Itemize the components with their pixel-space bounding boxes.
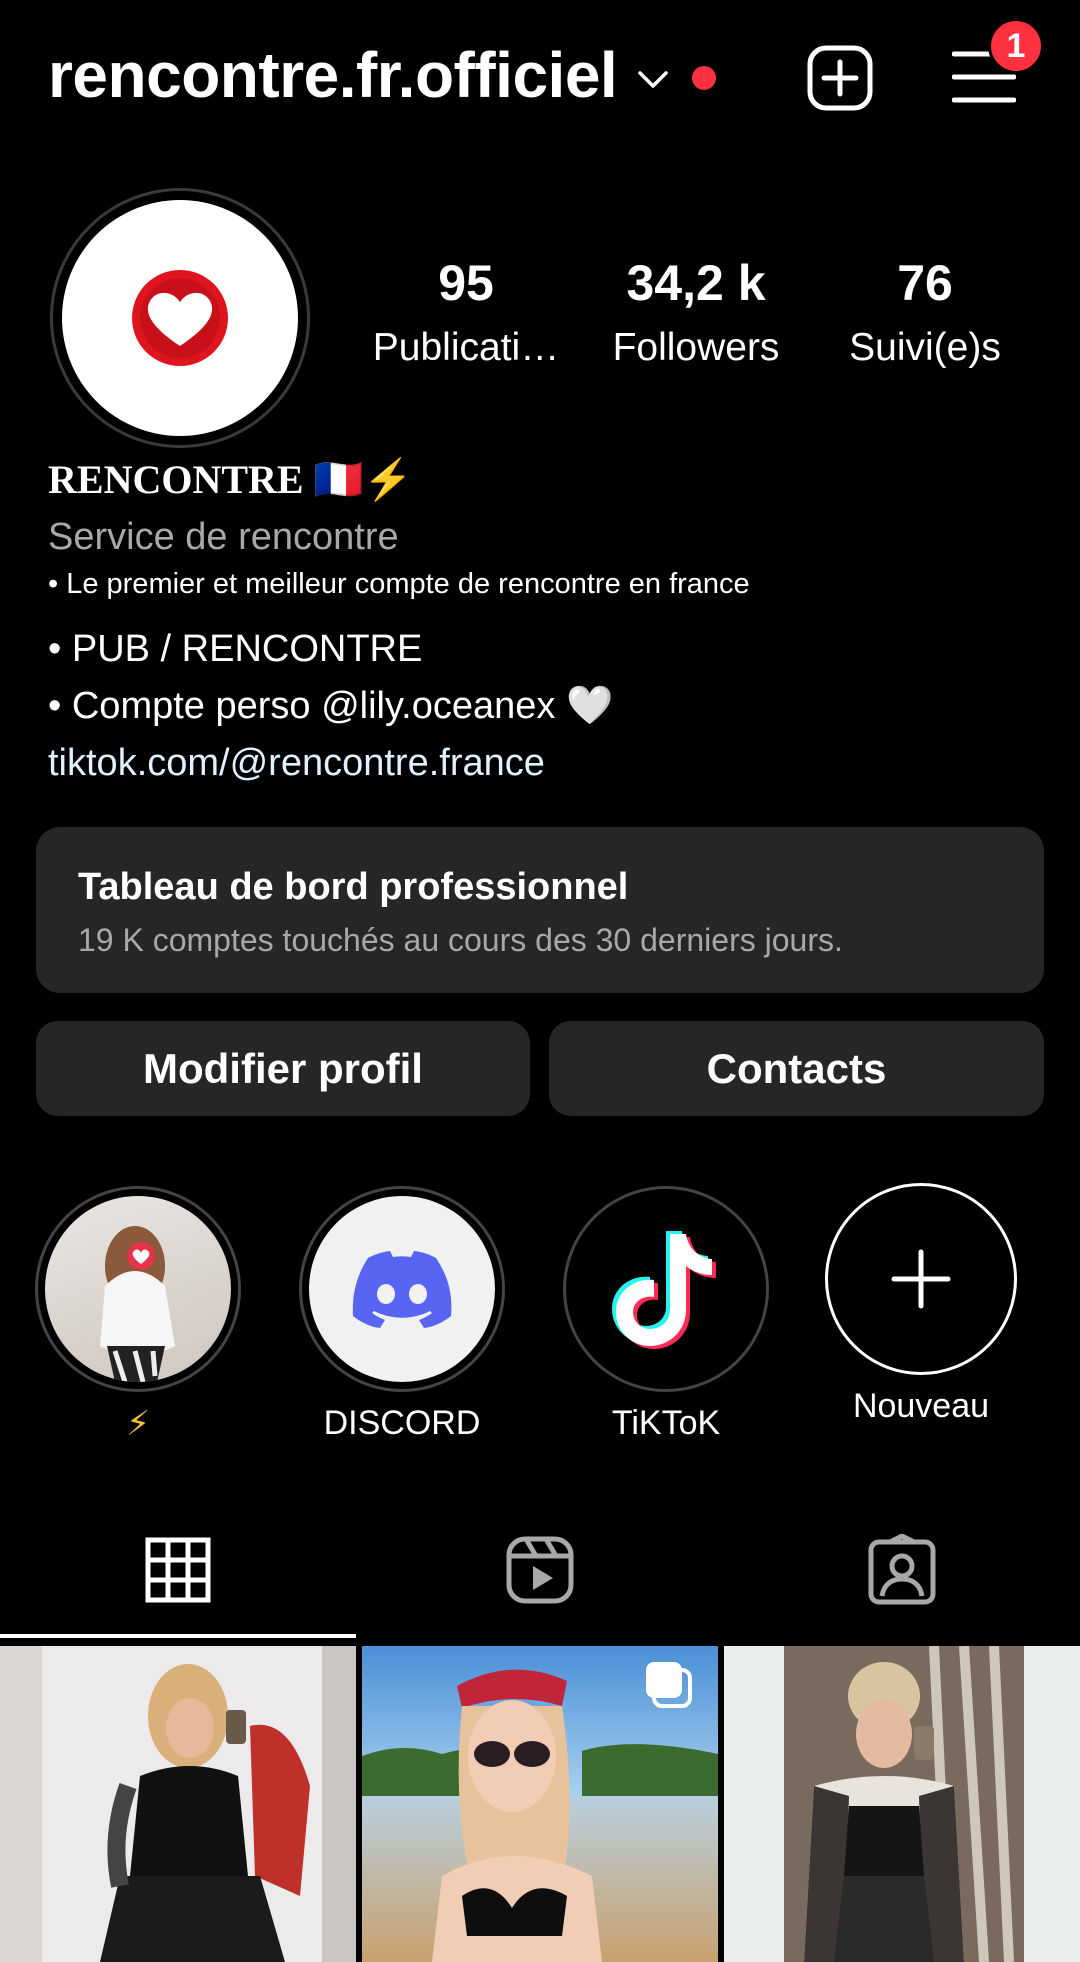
reels-icon[interactable] — [504, 1534, 576, 1606]
stat-posts[interactable]: 95 Publicati… — [356, 258, 576, 370]
post-thumbnail[interactable] — [362, 1646, 718, 1962]
bio-line: • PUB / RENCONTRE — [48, 628, 423, 670]
highlight-label: TiKToK — [611, 1404, 721, 1442]
stat-following-value: 76 — [897, 255, 953, 311]
notification-badge: 1 — [988, 18, 1044, 74]
bio-line: • Le premier et meilleur compte de renco… — [48, 568, 750, 600]
dashboard-subtitle: 19 K comptes touchés au cours des 30 der… — [78, 922, 843, 958]
stat-followers-value: 34,2 k — [626, 255, 766, 311]
grid-icon[interactable] — [142, 1534, 214, 1606]
post-photo — [362, 1646, 718, 1962]
post-thumbnail[interactable] — [724, 1646, 1080, 1962]
active-tab-indicator — [0, 1634, 356, 1638]
profile-name: RENCONTRE 🇫🇷⚡ — [48, 457, 414, 502]
new-activity-dot — [692, 66, 716, 90]
dashboard-title: Tableau de bord professionnel — [78, 866, 629, 908]
stat-following[interactable]: 76 Suivi(e)s — [815, 258, 1035, 370]
account-switcher-username[interactable]: rencontre.fr.officiel — [48, 38, 618, 112]
stat-followers-label: Followers — [612, 326, 780, 369]
discord-icon — [352, 1251, 452, 1328]
chevron-down-icon[interactable] — [636, 62, 670, 96]
heart-logo-icon — [132, 270, 228, 366]
stat-following-label: Suivi(e)s — [849, 326, 1001, 369]
bio-line: • Compte perso @lily.oceanex 🤍 — [48, 685, 614, 727]
tiktok-icon — [612, 1231, 716, 1349]
contacts-button[interactable]: Contacts — [549, 1021, 1044, 1116]
profile-category: Service de rencontre — [48, 516, 399, 558]
stat-posts-value: 95 — [438, 255, 494, 311]
new-highlight-button[interactable] — [825, 1183, 1017, 1375]
stat-followers[interactable]: 34,2 k Followers — [586, 258, 806, 370]
post-photo — [0, 1646, 356, 1962]
post-photo — [724, 1646, 1080, 1962]
highlight-photo — [100, 1226, 175, 1382]
highlight-tiktok[interactable] — [573, 1196, 759, 1382]
edit-profile-button[interactable]: Modifier profil — [36, 1021, 530, 1116]
avatar[interactable] — [62, 200, 298, 436]
highlight-label: Nouveau — [852, 1387, 990, 1425]
create-post-icon[interactable] — [806, 44, 874, 112]
post-thumbnail[interactable] — [0, 1646, 356, 1962]
highlight-label: DISCORD — [323, 1404, 481, 1442]
highlight-discord[interactable] — [309, 1196, 495, 1382]
tagged-icon[interactable] — [866, 1534, 938, 1606]
highlight-lightning[interactable] — [45, 1196, 231, 1382]
plus-icon — [891, 1249, 951, 1309]
professional-dashboard-card[interactable] — [36, 827, 1044, 993]
highlight-label: ⚡ — [126, 1405, 150, 1443]
bio-link[interactable]: tiktok.com/@rencontre.france — [48, 742, 545, 785]
stat-posts-label: Publicati… — [372, 326, 560, 369]
